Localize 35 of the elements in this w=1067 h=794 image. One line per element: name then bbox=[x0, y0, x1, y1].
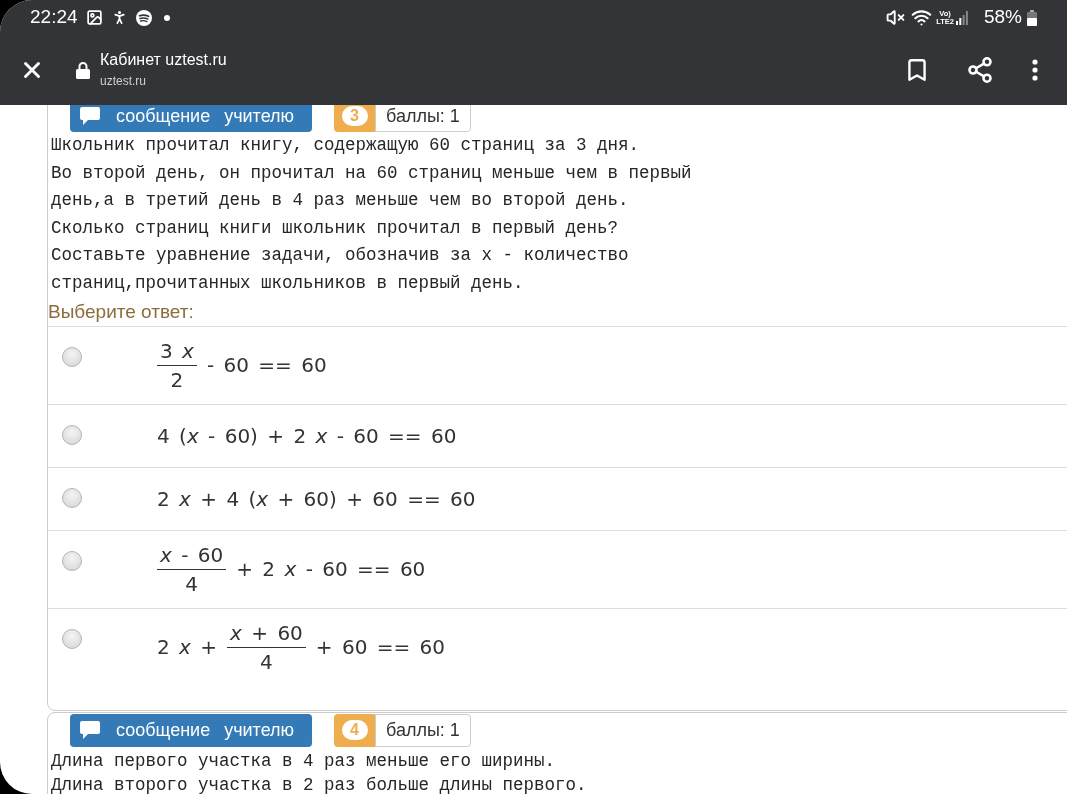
gallery-icon bbox=[85, 9, 103, 26]
share-icon bbox=[966, 56, 994, 84]
math-formula: 3 x 2 - 60 == 60 bbox=[157, 336, 327, 394]
message-teacher-button[interactable]: сообщение учителю bbox=[70, 105, 312, 132]
radio-button[interactable] bbox=[62, 550, 82, 571]
question-number: 4 bbox=[341, 720, 368, 741]
radio-button[interactable] bbox=[62, 424, 82, 445]
menu-button[interactable] bbox=[1030, 56, 1040, 84]
chat-bubble-icon bbox=[80, 106, 100, 125]
battery-icon bbox=[1027, 9, 1037, 26]
points-label: баллы: 1 bbox=[375, 105, 471, 132]
question-number: 3 bbox=[341, 105, 368, 126]
battery-percent: 58% bbox=[983, 5, 1022, 30]
dot-icon bbox=[163, 14, 170, 21]
page-url: uztest.ru bbox=[100, 73, 148, 90]
menu-icon bbox=[1032, 59, 1038, 81]
circle-lines-icon bbox=[135, 9, 152, 26]
mute-icon bbox=[886, 8, 906, 27]
question-text: Длина первого участка в 4 раз меньше его ширины. Длина второго участка в 2 раз больше длины первого. bbox=[50, 749, 588, 794]
wifi-icon bbox=[911, 7, 933, 28]
share-button[interactable] bbox=[966, 56, 994, 84]
message-teacher-button[interactable]: сообщение учителю bbox=[70, 713, 312, 747]
page-title: Кабинет uztest.ru bbox=[100, 50, 227, 70]
lock-icon bbox=[76, 61, 90, 79]
math-formula: 2 x + 4 (x + 60) + 60 == 60 bbox=[157, 485, 476, 513]
radio-button[interactable] bbox=[62, 628, 82, 649]
question-text: Школьник прочитал книгу, содержащую 60 страниц за 3 дня. Во второй день, он прочитал на 60 страниц меньше чем в первый день,а в третий день в 4 раз меньше чем во второй день. Сколько страниц книги школьник прочитал в первый день? Составьте уравнение задачи, обозначив за x - количество страниц,прочитанных школьников в первый день. bbox=[50, 134, 693, 295]
math-formula: 4 (x - 60) + 2 x - 60 == 60 bbox=[157, 422, 457, 450]
radio-button[interactable] bbox=[62, 346, 82, 367]
status-time: 22:24 bbox=[30, 5, 78, 30]
points-label: баллы: 1 bbox=[375, 713, 471, 747]
choose-answer-label: Выберите ответ: bbox=[48, 299, 195, 324]
radio-button[interactable] bbox=[62, 487, 82, 508]
chat-bubble-icon bbox=[80, 721, 100, 740]
signal-icon bbox=[955, 10, 968, 25]
